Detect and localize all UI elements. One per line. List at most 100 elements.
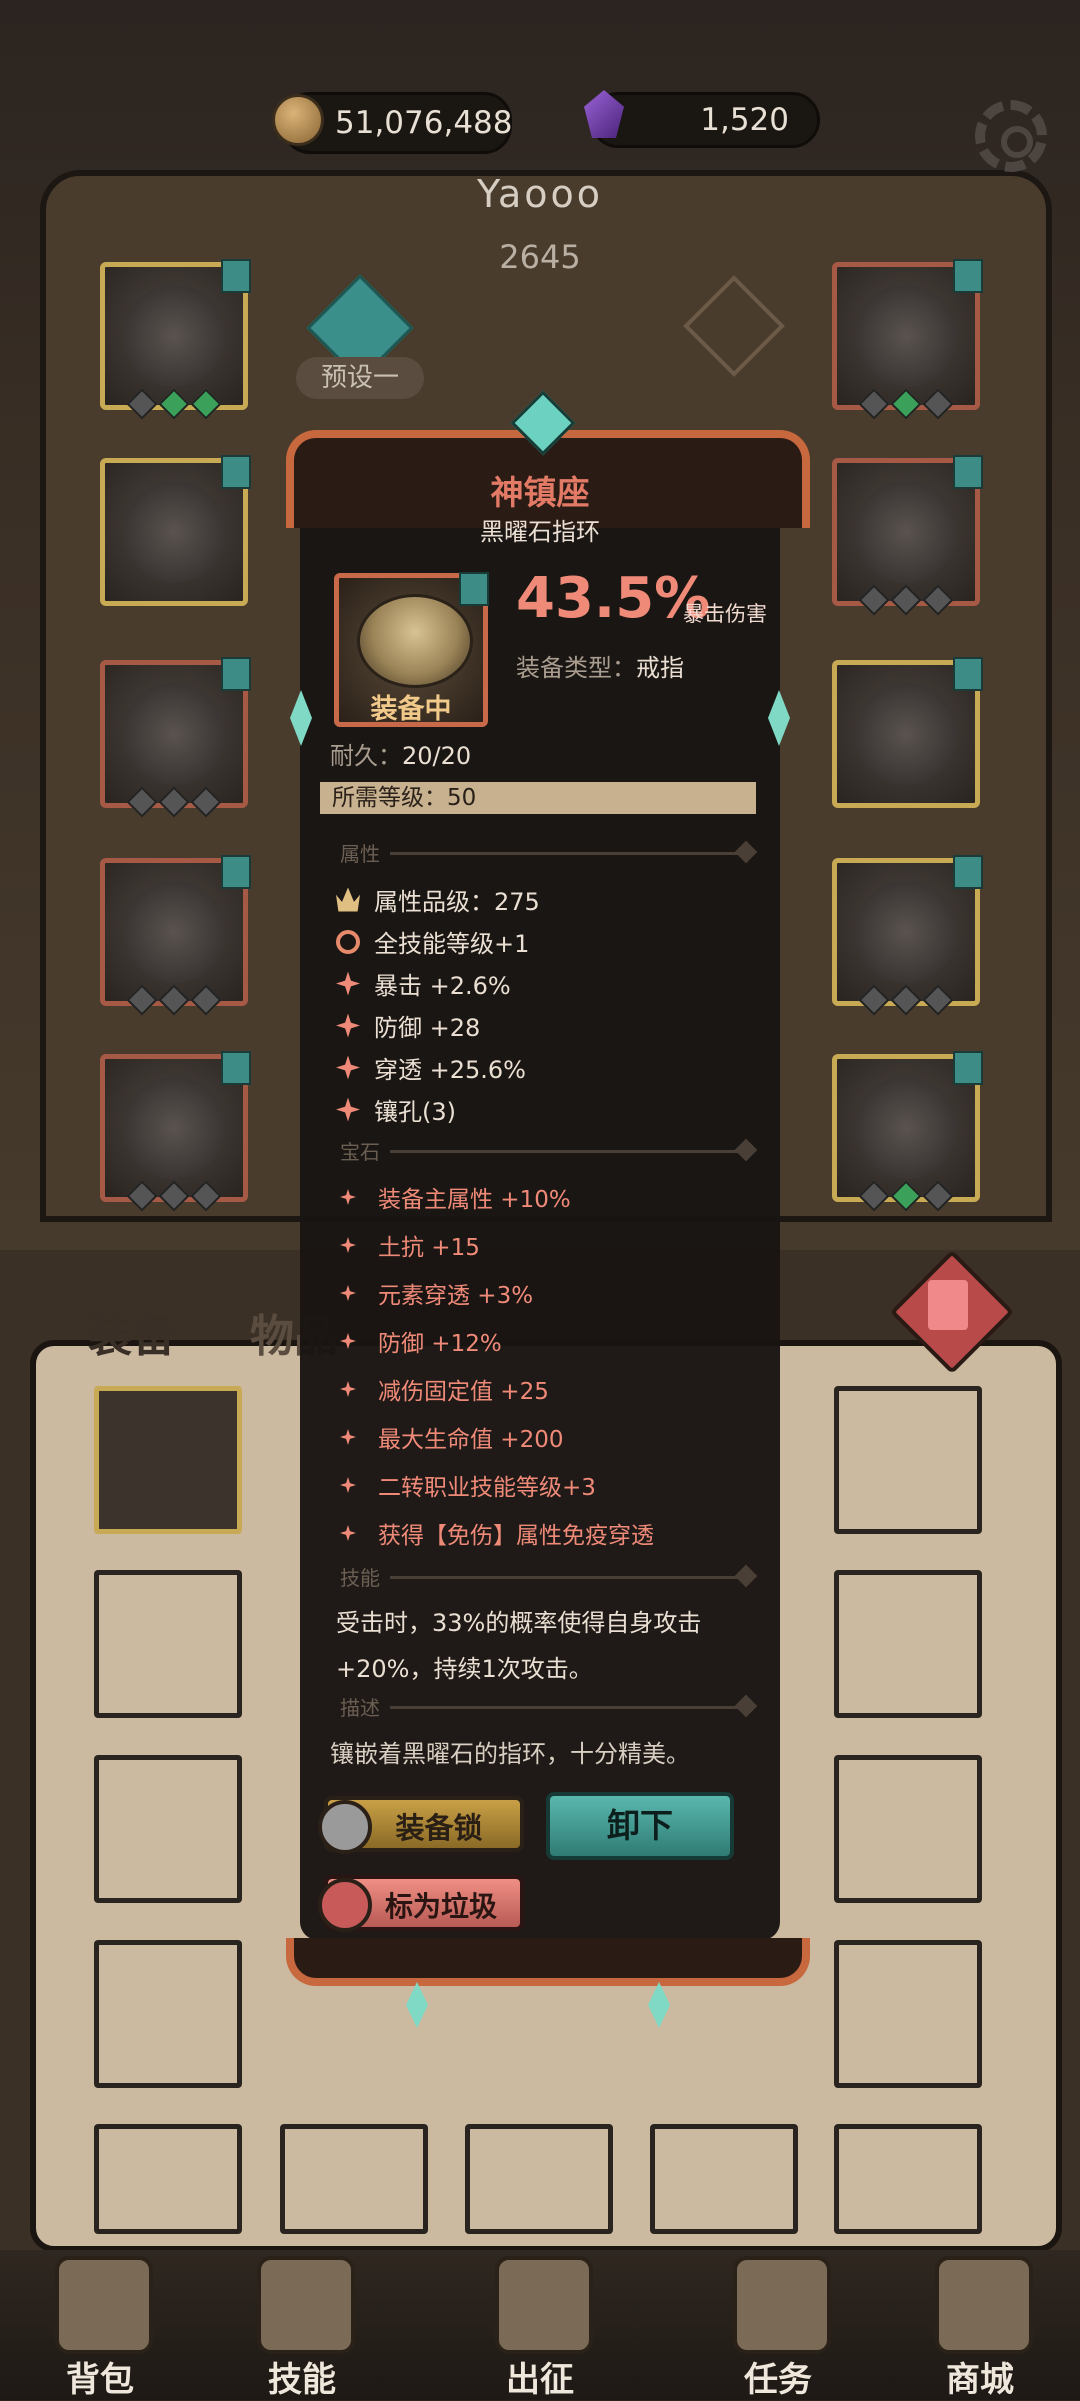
main-stat-value: 43.5% xyxy=(516,566,711,631)
section-label: 属性 xyxy=(340,842,380,866)
shield-icon xyxy=(855,1077,957,1179)
inventory-cell[interactable] xyxy=(834,1755,982,1903)
nav-backpack[interactable]: 背包 xyxy=(10,2252,190,2400)
equipped-label: 装备中 xyxy=(370,694,452,725)
lock-badge-icon xyxy=(221,657,251,691)
inventory-cell[interactable] xyxy=(94,1755,242,1903)
inventory-item-sword[interactable] xyxy=(94,1386,242,1534)
gem-text: 装备主属性 +10% xyxy=(378,1187,571,1213)
preset-button[interactable]: 预设一 xyxy=(296,357,424,399)
attr-text: 属性品级：275 xyxy=(374,888,540,916)
equip-slot-ring-1[interactable] xyxy=(832,455,983,616)
section-label: 技能 xyxy=(340,1566,380,1590)
star-icon xyxy=(340,1429,356,1445)
gem-line: 最大生命值 +200 xyxy=(340,1420,563,1454)
inventory-cell[interactable] xyxy=(834,1386,982,1534)
equip-slot-boots[interactable] xyxy=(100,1051,251,1212)
inventory-cell[interactable] xyxy=(94,1940,242,2088)
attr-text: 穿透 +25.6% xyxy=(374,1056,526,1084)
lock-badge-icon xyxy=(221,259,251,293)
equip-slot-shield[interactable] xyxy=(832,1051,983,1212)
required-level: 所需等级：50 xyxy=(320,782,756,814)
equip-slot-amulet[interactable] xyxy=(832,259,983,420)
lock-badge-icon xyxy=(459,572,489,606)
gem-line: 减伤固定值 +25 xyxy=(340,1372,549,1406)
nav-shop[interactable]: 商城 xyxy=(890,2252,1070,2400)
main-stat-label: 暴击伤害 xyxy=(683,602,767,626)
attr-quality: 属性品级：275 xyxy=(336,882,540,917)
inventory-cell[interactable] xyxy=(465,2124,613,2234)
padlock-icon xyxy=(318,1800,372,1854)
skill-description: 受击时，33%的概率使得自身攻击 +20%，持续1次攻击。 xyxy=(336,1600,756,1692)
equip-slot-armor[interactable] xyxy=(100,455,251,606)
inventory-cell[interactable] xyxy=(94,1570,242,1718)
nav-skills[interactable]: 技能 xyxy=(212,2252,392,2400)
feather-ring-icon xyxy=(855,683,957,785)
nav-label: 技能 xyxy=(268,2360,336,2400)
settings-gear-icon[interactable] xyxy=(975,100,1047,172)
durability-value: 20/20 xyxy=(402,742,472,770)
star-icon xyxy=(340,1285,356,1301)
boots-icon xyxy=(123,1077,225,1179)
trash-bin-icon xyxy=(318,1878,372,1932)
lock-badge-icon xyxy=(953,1051,983,1085)
lock-badge-icon xyxy=(953,259,983,293)
item-preview: 装备中 xyxy=(334,572,489,727)
lock-badge-icon xyxy=(221,1051,251,1085)
gem-text: 防御 +12% xyxy=(378,1331,502,1357)
equip-slot-legs[interactable] xyxy=(100,855,251,1016)
attr-text: 暴击 +2.6% xyxy=(374,972,511,1000)
gem-line: 防御 +12% xyxy=(340,1324,502,1358)
gem-amount: 1,520 xyxy=(700,102,789,138)
sword-map-icon xyxy=(495,2256,593,2354)
tab-equipment[interactable]: 装备 xyxy=(88,1300,176,1364)
weapon-icon xyxy=(855,881,957,983)
spark-icon xyxy=(336,1013,360,1038)
lock-badge-icon xyxy=(953,855,983,889)
gloves-icon xyxy=(123,683,225,785)
leg-armor-icon xyxy=(123,881,225,983)
gem-line: 获得【免伤】属性免疫穿透 xyxy=(340,1516,654,1550)
tooltip-frame-bottom xyxy=(286,1938,810,1986)
gem-counter: 1,520 xyxy=(590,92,820,148)
inventory-cell[interactable] xyxy=(834,2124,982,2234)
spark-icon xyxy=(336,1097,360,1122)
nav-quests[interactable]: 任务 xyxy=(688,2252,868,2400)
required-level-value: 50 xyxy=(447,785,477,811)
item-type: 装备类型：戒指 xyxy=(516,648,684,683)
inventory-cell[interactable] xyxy=(94,2124,242,2234)
ring-icon xyxy=(855,481,957,583)
inventory-cell[interactable] xyxy=(834,1570,982,1718)
shop-crown-icon xyxy=(935,2256,1033,2354)
gem-text: 土抗 +15 xyxy=(378,1235,480,1261)
attr-defense: 防御 +28 xyxy=(336,1008,480,1043)
nav-label: 商城 xyxy=(946,2360,1014,2400)
equip-slot-weapon[interactable] xyxy=(832,855,983,1016)
inventory-cell[interactable] xyxy=(650,2124,798,2234)
equip-slot-ring-2[interactable] xyxy=(832,657,983,808)
helmet-icon xyxy=(123,285,225,387)
star-icon xyxy=(340,1333,356,1349)
quality-crown-icon xyxy=(336,887,360,912)
equip-slot-gloves[interactable] xyxy=(100,657,251,818)
section-description: 描述 xyxy=(330,1694,760,1720)
trash-icon xyxy=(928,1280,968,1330)
coin-icon xyxy=(272,94,324,146)
gem-text: 获得【免伤】属性免疫穿透 xyxy=(378,1523,654,1549)
lock-badge-icon xyxy=(221,855,251,889)
scroll-icon xyxy=(733,2256,831,2354)
section-label: 宝石 xyxy=(340,1140,380,1164)
gem-line: 二转职业技能等级+3 xyxy=(340,1468,596,1502)
star-icon xyxy=(340,1381,356,1397)
coin-amount: 51,076,488 xyxy=(335,105,513,141)
spark-icon xyxy=(336,971,360,996)
inventory-cell[interactable] xyxy=(280,2124,428,2234)
durability: 耐久：20/20 xyxy=(330,736,471,771)
attr-text: 防御 +28 xyxy=(374,1014,481,1042)
equip-slot-helmet[interactable] xyxy=(100,259,251,420)
nav-expedition[interactable]: 出征 xyxy=(450,2252,630,2400)
inventory-cell[interactable] xyxy=(834,1940,982,2088)
unequip-button[interactable]: 卸下 xyxy=(546,1792,734,1860)
gem-line: 装备主属性 +10% xyxy=(340,1180,571,1214)
item-subtitle: 黑曜石指环 xyxy=(480,518,600,546)
